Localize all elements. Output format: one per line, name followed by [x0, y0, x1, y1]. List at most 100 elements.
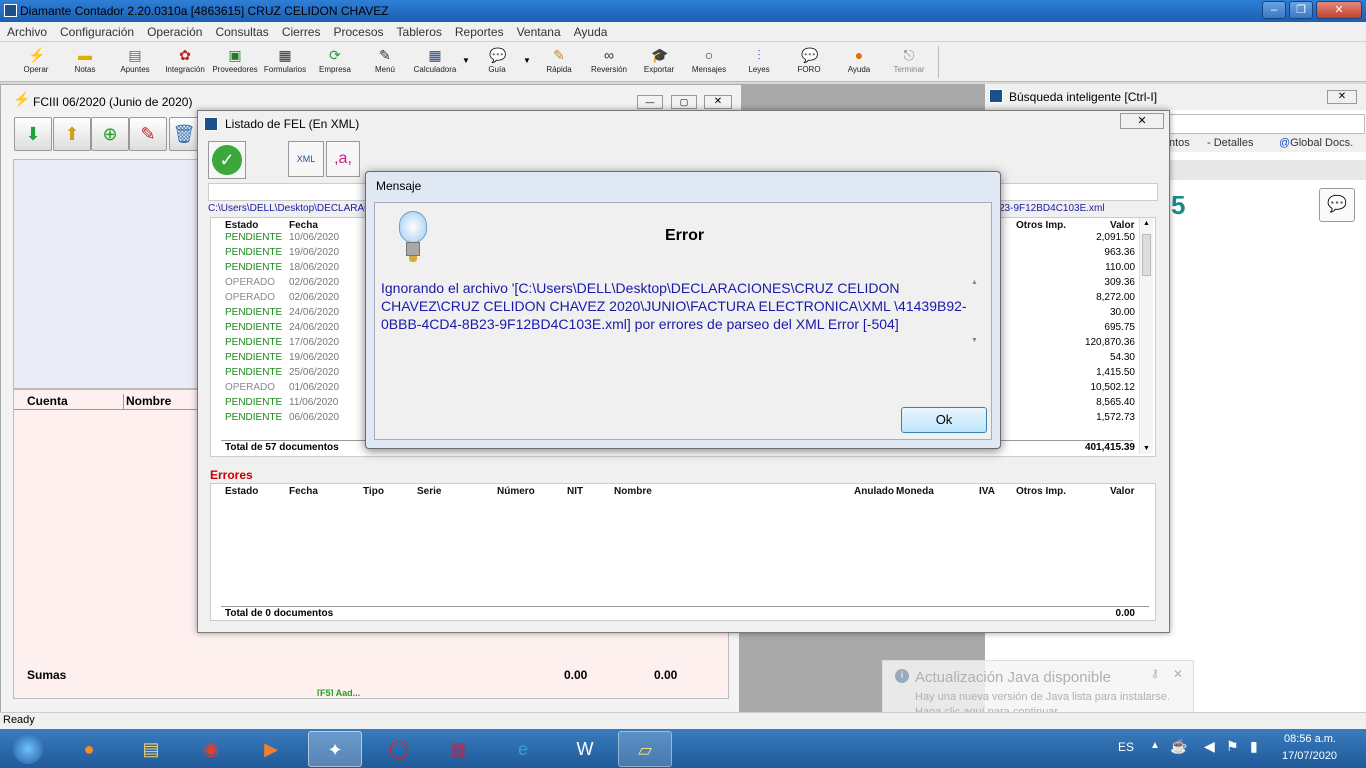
menu-archivo[interactable]: Archivo: [0, 22, 53, 39]
edit-icon[interactable]: ✎: [129, 117, 167, 151]
ok-button[interactable]: Ok: [901, 407, 987, 433]
exit-icon: ⎋: [903, 47, 915, 63]
menu-reportes[interactable]: Reportes: [448, 22, 510, 39]
minimize-button[interactable]: –: [1262, 1, 1286, 19]
toolbar-guia-button[interactable]: 💬 Guía: [472, 44, 522, 80]
row-fecha: 24/06/2020: [289, 322, 340, 333]
toolbar-leyes-button[interactable]: ⫶ Leyes: [734, 44, 784, 80]
toolbar-reversion-button[interactable]: ∞ Reversión: [584, 44, 634, 80]
row-valor: 695.75: [1104, 322, 1135, 333]
firefox-taskbar-button[interactable]: ●: [62, 731, 116, 767]
close-button[interactable]: ✕: [1316, 1, 1362, 19]
flag-icon[interactable]: ⚑: [1226, 738, 1239, 755]
toolbar-foro-button[interactable]: 💬 FORO: [784, 44, 834, 80]
diamante-icon: ✦: [327, 740, 343, 760]
toolbar-terminar-button[interactable]: ⎋ Terminar: [884, 44, 934, 80]
export-icon: 🎓: [651, 47, 669, 63]
err-col-nit: NIT: [567, 486, 584, 497]
toolbar-rapida-button[interactable]: ✎ Rápida: [534, 44, 584, 80]
tab-global-docs[interactable]: @Global Docs.: [1279, 137, 1353, 149]
guia-dropdown-icon[interactable]: ▼: [523, 56, 531, 65]
err-col-numero: Número: [497, 486, 535, 497]
message-scroll-down-icon[interactable]: ▼: [971, 337, 978, 344]
volume-icon[interactable]: ◀: [1204, 738, 1215, 755]
toolbar-integracion-button[interactable]: ✿ Integración: [160, 44, 210, 80]
row-valor: 963.36: [1104, 247, 1135, 258]
start-button[interactable]: [2, 731, 54, 767]
menu-ventana[interactable]: Ventana: [510, 22, 567, 39]
toolbar-proveedores-button[interactable]: ▣ Proveedores: [210, 44, 260, 80]
chat-icon[interactable]: 💬: [1319, 188, 1355, 222]
network-icon[interactable]: ▮: [1250, 738, 1258, 755]
toolbar-menu-button[interactable]: ✎ Menú: [360, 44, 410, 80]
menu-operacion[interactable]: Operación: [140, 22, 208, 39]
toolbar-exportar-button[interactable]: 🎓 Exportar: [634, 44, 684, 80]
fciii-restore-button[interactable]: ▢: [671, 95, 697, 109]
text-format-icon[interactable]: ,a,: [326, 141, 360, 177]
menu-consultas[interactable]: Consultas: [208, 22, 274, 39]
clock-time[interactable]: 08:56 a.m.: [1284, 733, 1336, 745]
menu-procesos[interactable]: Procesos: [326, 22, 389, 39]
toolbar-formularios-button[interactable]: ▦ Formularios: [260, 44, 310, 80]
restore-button[interactable]: ❐: [1289, 1, 1313, 19]
export-icon[interactable]: ⬆: [53, 117, 91, 151]
menu-configuracion[interactable]: Configuración: [53, 22, 140, 39]
row-estado: OPERADO: [225, 292, 276, 303]
fciii-minimize-button[interactable]: —: [637, 95, 663, 109]
import-icon[interactable]: ⬇: [14, 117, 52, 151]
fel-close-button[interactable]: ✕: [1120, 113, 1164, 129]
opera-taskbar-button[interactable]: ◯: [372, 731, 426, 767]
fciii-close-button[interactable]: ✕: [704, 95, 732, 109]
accept-button[interactable]: ✓: [208, 141, 246, 179]
toolbar-calculadora-button[interactable]: ▦ Calculadora: [410, 44, 460, 80]
toolbar-apuntes-button[interactable]: ▤ Apuntes: [110, 44, 160, 80]
toolbar: ⚡ Operar ▬ Notas ▤ Apuntes ✿ Integración ▣ Pr…: [0, 42, 1366, 82]
delete-icon[interactable]: 🗑: [169, 117, 199, 151]
menu-tableros[interactable]: Tableros: [390, 22, 448, 39]
search-close-button[interactable]: ✕: [1327, 90, 1357, 104]
clock-date[interactable]: 17/07/2020: [1282, 750, 1337, 762]
notification-close-icon[interactable]: ✕: [1173, 667, 1183, 681]
tab-detalles[interactable]: - Detalles: [1207, 137, 1253, 149]
toolbar-notas-button[interactable]: ▬ Notas: [60, 44, 110, 80]
row-fecha: 02/06/2020: [289, 277, 340, 288]
notes-taskbar-button[interactable]: ▱: [618, 731, 672, 767]
tab-documentos[interactable]: ntos: [1169, 137, 1190, 149]
app-title: Diamante Contador 2.20.0310a [4863615] C…: [20, 4, 389, 18]
explorer-taskbar-button[interactable]: ▤: [124, 731, 178, 767]
xml-file-icon[interactable]: XML: [288, 141, 324, 177]
chrome-taskbar-button[interactable]: ◉: [184, 731, 238, 767]
winrar-taskbar-button[interactable]: ▦: [432, 731, 486, 767]
row-fecha: 25/06/2020: [289, 367, 340, 378]
row-estado: OPERADO: [225, 277, 276, 288]
toolbar-mensajes-button[interactable]: ○ Mensajes: [684, 44, 734, 80]
row-estado: PENDIENTE: [225, 322, 283, 333]
row-valor: 309.36: [1104, 277, 1135, 288]
toolbar-ayuda-button[interactable]: ● Ayuda: [834, 44, 884, 80]
tray-expand-icon[interactable]: ▲: [1150, 740, 1160, 751]
forms-icon: ▦: [278, 47, 292, 63]
err-col-tipo: Tipo: [363, 486, 384, 497]
row-estado: OPERADO: [225, 382, 276, 393]
language-indicator[interactable]: ES: [1118, 740, 1134, 754]
word-taskbar-button[interactable]: W: [558, 731, 612, 767]
message-dialog-title: Mensaje: [376, 179, 422, 193]
status-bar: Ready: [0, 712, 1366, 729]
ie-taskbar-button[interactable]: e: [496, 731, 550, 767]
media-taskbar-button[interactable]: ▶: [244, 731, 298, 767]
toolbar-operar-button[interactable]: ⚡ Operar: [11, 44, 61, 80]
calculadora-dropdown-icon[interactable]: ▼: [462, 56, 470, 65]
search-window-header: Búsqueda inteligente [Ctrl-I] ✕: [985, 84, 1366, 110]
toolbar-empresa-button[interactable]: ⟳ Empresa: [310, 44, 360, 80]
notebook-icon: ▤: [128, 47, 142, 63]
calculator-icon: ▦: [428, 47, 442, 63]
err-col-iva: IVA: [979, 486, 995, 497]
menu-cierres[interactable]: Cierres: [275, 22, 327, 39]
add-document-icon[interactable]: ⊕: [91, 117, 129, 151]
java-tray-icon[interactable]: ☕: [1170, 738, 1187, 755]
diamante-taskbar-button[interactable]: ✦: [308, 731, 362, 767]
row-fecha: 01/06/2020: [289, 382, 340, 393]
menu-ayuda[interactable]: Ayuda: [567, 22, 614, 39]
row-valor: 30.00: [1109, 307, 1135, 318]
message-scroll-up-icon[interactable]: ▲: [971, 279, 978, 286]
